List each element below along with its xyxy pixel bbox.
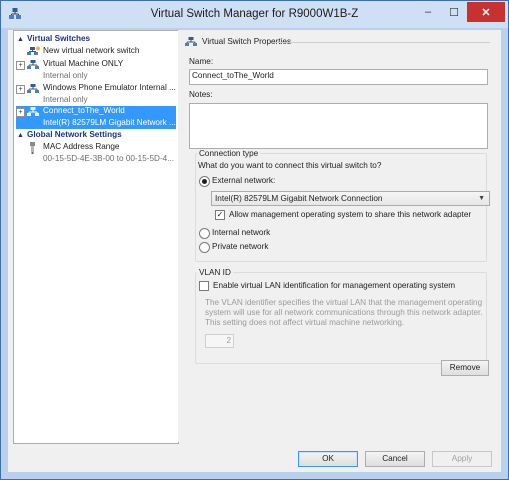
external-network-label: External network: bbox=[212, 176, 276, 185]
virtual-switch-manager-window: Virtual Switch Manager for R9000W1B-Z – … bbox=[0, 0, 509, 480]
collapse-chevron-icon: ▲ bbox=[17, 36, 24, 43]
tree-item-label: MAC Address Range bbox=[43, 142, 120, 151]
network-adapter-selected: Intel(R) 82579LM Gigabit Network Connect… bbox=[215, 194, 383, 203]
chevron-down-icon: ▼ bbox=[478, 195, 485, 202]
title-bar[interactable]: Virtual Switch Manager for R9000W1B-Z – … bbox=[1, 1, 508, 28]
private-network-label: Private network bbox=[212, 242, 269, 251]
dialog-client-area: ▲ Virtual Switches New virtual network sw… bbox=[8, 30, 501, 472]
allow-management-checkbox[interactable]: ✓ bbox=[215, 210, 225, 220]
allow-management-label: Allow management operating system to sha… bbox=[229, 210, 472, 219]
minimize-button[interactable]: – bbox=[415, 2, 441, 22]
vlan-description: The VLAN identifier specifies the virtua… bbox=[205, 298, 483, 327]
network-switch-icon bbox=[27, 84, 39, 93]
vlan-id-input[interactable]: 2 bbox=[205, 334, 234, 348]
remove-button[interactable]: Remove bbox=[441, 360, 489, 376]
tree-item-new-switch[interactable]: New virtual network switch bbox=[16, 46, 176, 58]
network-switch-icon bbox=[27, 60, 39, 69]
apply-button[interactable]: Apply bbox=[432, 451, 492, 467]
switch-properties-panel: Virtual Switch Properties Name: Connect_… bbox=[178, 30, 500, 442]
tree-item-label: New virtual network switch bbox=[43, 46, 140, 55]
network-switch-icon bbox=[27, 107, 39, 116]
internal-network-radio[interactable] bbox=[199, 228, 210, 239]
ok-button[interactable]: OK bbox=[298, 451, 358, 467]
connection-type-legend: Connection type bbox=[197, 149, 261, 158]
private-network-radio[interactable] bbox=[199, 242, 210, 253]
minimize-icon: – bbox=[424, 6, 432, 18]
checkmark-icon: ✓ bbox=[216, 210, 224, 219]
mac-address-icon bbox=[30, 142, 35, 154]
cancel-button[interactable]: Cancel bbox=[365, 451, 425, 467]
maximize-icon: ☐ bbox=[449, 6, 459, 19]
new-switch-icon bbox=[27, 46, 40, 55]
expand-icon[interactable]: + bbox=[16, 108, 25, 117]
tree-item-label: Connect_toThe_World bbox=[43, 106, 125, 115]
global-network-settings-header: Global Network Settings bbox=[27, 130, 122, 139]
switch-tree-panel: ▲ Virtual Switches New virtual network sw… bbox=[13, 30, 179, 444]
notes-label: Notes: bbox=[189, 90, 213, 99]
tree-item-label: Windows Phone Emulator Internal ... bbox=[43, 83, 176, 92]
tree-item-sublabel: Intel(R) 82579LM Gigabit Network ... bbox=[43, 118, 176, 127]
divider bbox=[272, 42, 490, 43]
tree-item-sublabel: 00-15-5D-4E-3B-00 to 00-15-5D-4... bbox=[43, 154, 175, 163]
enable-vlan-checkbox[interactable] bbox=[199, 281, 209, 291]
name-label: Name: bbox=[189, 57, 214, 66]
tree-item-connect-to-the-world[interactable]: + Connect_toThe_World Intel(R) 82579LM G… bbox=[16, 106, 176, 129]
close-icon: ✕ bbox=[481, 6, 491, 19]
tree-item-mac-address-range[interactable]: MAC Address Range 00-15-5D-4E-3B-00 to 0… bbox=[16, 142, 176, 166]
vlan-id-legend: VLAN ID bbox=[197, 268, 233, 277]
network-adapter-dropdown[interactable]: Intel(R) 82579LM Gigabit Network Connect… bbox=[211, 191, 490, 206]
close-button[interactable]: ✕ bbox=[467, 2, 505, 22]
virtual-switches-header: Virtual Switches bbox=[27, 34, 91, 43]
collapse-chevron-icon: ▲ bbox=[17, 132, 24, 139]
tree-item-windows-phone-emulator[interactable]: + Windows Phone Emulator Internal ... In… bbox=[16, 83, 176, 107]
tree-item-sublabel: Internal only bbox=[43, 71, 88, 80]
notes-field[interactable] bbox=[189, 103, 488, 149]
name-field[interactable]: Connect_toThe_World bbox=[189, 69, 488, 85]
network-switch-icon bbox=[185, 37, 197, 46]
connection-question: What do you want to connect this virtual… bbox=[198, 161, 382, 170]
expand-icon[interactable]: + bbox=[16, 85, 25, 94]
expand-icon[interactable]: + bbox=[16, 61, 25, 70]
tree-item-virtual-machine-only[interactable]: + Virtual Machine ONLY Internal only bbox=[16, 59, 176, 83]
virtual-switches-section[interactable]: ▲ Virtual Switches bbox=[17, 34, 175, 45]
internal-network-label: Internal network bbox=[212, 228, 271, 237]
external-network-radio[interactable] bbox=[199, 176, 210, 187]
global-network-settings-section[interactable]: ▲ Global Network Settings bbox=[17, 130, 175, 141]
tree-item-label: Virtual Machine ONLY bbox=[43, 59, 124, 68]
maximize-button[interactable]: ☐ bbox=[441, 2, 467, 22]
tree-item-sublabel: Internal only bbox=[43, 95, 88, 104]
enable-vlan-label: Enable virtual LAN identification for ma… bbox=[213, 281, 456, 290]
